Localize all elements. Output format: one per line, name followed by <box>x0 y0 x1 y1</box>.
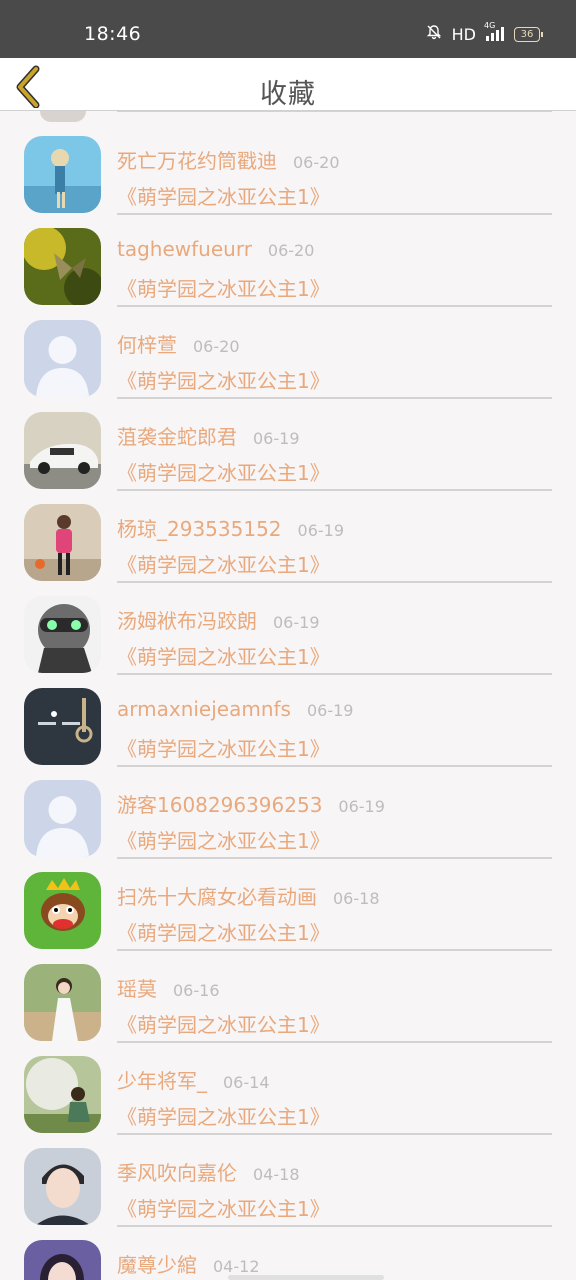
name-line: 游客1608296396253 06-19 <box>117 789 385 818</box>
user-name[interactable]: 菹袭金蛇郎君 <box>117 425 237 449</box>
status-icons: HD 4G 36 <box>426 21 543 44</box>
favorite-date: 06-16 <box>173 981 220 1000</box>
title-bar: 收藏 <box>0 58 576 111</box>
bell-off-icon <box>426 24 442 44</box>
name-line: armaxniejeamnfs 06-19 <box>117 697 353 721</box>
avatar[interactable] <box>24 228 101 305</box>
name-line: 菹袭金蛇郎君 06-19 <box>117 421 300 450</box>
signal-icon: 4G <box>484 21 504 41</box>
list-item[interactable]: 季风吹向嘉伦 04-18 《萌学园之冰亚公主1》 <box>0 1123 576 1227</box>
user-name[interactable]: 魔尊少綰 <box>117 1253 197 1277</box>
favorite-date: 06-18 <box>333 889 380 908</box>
favorite-date: 06-19 <box>273 613 320 632</box>
avatar-image-9 <box>24 964 101 1041</box>
network-label: HD <box>451 24 476 44</box>
favorite-date: 06-19 <box>338 797 385 816</box>
name-line: 死亡万花约筒戳迪 06-20 <box>117 145 340 174</box>
avatar[interactable] <box>24 320 101 397</box>
name-line: 魔尊少綰 04-12 <box>117 1249 260 1278</box>
list-item[interactable]: 游客1608296396253 06-19 《萌学园之冰亚公主1》 <box>0 755 576 859</box>
favorites-list[interactable]: 死亡万花约筒戳迪 06-20 《萌学园之冰亚公主1》 taghewfueurr 06-2… <box>0 111 576 1280</box>
favorite-date: 04-18 <box>253 1165 300 1184</box>
avatar-image-6 <box>24 688 101 765</box>
avatar[interactable] <box>24 1148 101 1225</box>
avatar-image-2 <box>24 320 101 397</box>
avatar[interactable] <box>24 872 101 949</box>
user-name[interactable]: 少年将军_ <box>117 1069 207 1093</box>
name-line: 季风吹向嘉伦 04-18 <box>117 1157 300 1186</box>
name-line: taghewfueurr 06-20 <box>117 237 314 261</box>
avatar-image-1 <box>24 228 101 305</box>
user-name[interactable]: 汤姆袱布冯跤朗 <box>117 609 257 633</box>
favorite-date: 06-19 <box>306 701 354 720</box>
name-line: 瑶莫 06-16 <box>117 973 220 1002</box>
favorite-date: 04-12 <box>213 1257 260 1276</box>
user-name[interactable]: 游客1608296396253 <box>117 793 322 817</box>
avatar-image-4 <box>24 504 101 581</box>
battery-icon: 36 <box>514 26 543 42</box>
list-item[interactable]: 菹袭金蛇郎君 06-19 《萌学园之冰亚公主1》 <box>0 387 576 491</box>
list-item[interactable]: 杨琼_293535152 06-19 《萌学园之冰亚公主1》 <box>0 479 576 583</box>
user-name[interactable]: armaxniejeamnfs <box>117 697 291 721</box>
user-name[interactable]: 何梓萱 <box>117 333 177 357</box>
page-title: 收藏 <box>260 79 316 110</box>
user-name[interactable]: taghewfueurr <box>117 237 252 261</box>
name-line: 杨琼_293535152 06-19 <box>117 513 344 542</box>
status-time: 18:46 <box>84 23 142 45</box>
user-name[interactable]: 季风吹向嘉伦 <box>117 1161 237 1185</box>
avatar-image-8 <box>24 872 101 949</box>
avatar-image-0 <box>24 136 101 213</box>
list-item[interactable]: 死亡万花约筒戳迪 06-20 《萌学园之冰亚公主1》 <box>0 111 576 215</box>
avatar[interactable] <box>24 688 101 765</box>
favorite-date: 06-20 <box>267 241 315 260</box>
list-item[interactable]: 扫冼十大腐女必看动画 06-18 《萌学园之冰亚公主1》 <box>0 847 576 951</box>
list-item[interactable]: 汤姆袱布冯跤朗 06-19 《萌学园之冰亚公主1》 <box>0 571 576 675</box>
avatar[interactable] <box>24 1240 101 1280</box>
avatar-image-3 <box>24 412 101 489</box>
avatar-image-10 <box>24 1056 101 1133</box>
avatar-image-12 <box>24 1240 101 1280</box>
favorite-date: 06-19 <box>297 521 345 540</box>
favorite-date: 06-20 <box>293 153 340 172</box>
user-name[interactable]: 扫冼十大腐女必看动画 <box>117 885 317 909</box>
name-line: 少年将军_ 06-14 <box>117 1065 270 1094</box>
favorite-date: 06-14 <box>223 1073 270 1092</box>
user-name[interactable]: 死亡万花约筒戳迪 <box>117 149 277 173</box>
list-item[interactable]: 何梓萱 06-20 《萌学园之冰亚公主1》 <box>0 295 576 399</box>
home-indicator <box>228 1275 384 1280</box>
avatar[interactable] <box>24 780 101 857</box>
avatar-image-11 <box>24 1148 101 1225</box>
list-item[interactable]: armaxniejeamnfs 06-19 《萌学园之冰亚公主1》 <box>0 663 576 767</box>
name-line: 扫冼十大腐女必看动画 06-18 <box>117 881 380 910</box>
favorite-date: 06-20 <box>193 337 240 356</box>
list-item[interactable]: taghewfueurr 06-20 《萌学园之冰亚公主1》 <box>0 203 576 307</box>
status-bar: 18:46 HD 4G 36 <box>0 0 576 58</box>
list-item[interactable]: 瑶莫 06-16 《萌学园之冰亚公主1》 <box>0 939 576 1043</box>
name-line: 汤姆袱布冯跤朗 06-19 <box>117 605 320 634</box>
user-name[interactable]: 杨琼_293535152 <box>117 517 282 541</box>
signal-type: 4G <box>484 21 496 30</box>
avatar[interactable] <box>24 1056 101 1133</box>
avatar[interactable] <box>24 964 101 1041</box>
user-name[interactable]: 瑶莫 <box>117 977 157 1001</box>
avatar[interactable] <box>24 504 101 581</box>
avatar-image-7 <box>24 780 101 857</box>
favorite-date: 06-19 <box>253 429 300 448</box>
avatar-image-5 <box>24 596 101 673</box>
name-line: 何梓萱 06-20 <box>117 329 240 358</box>
avatar[interactable] <box>24 412 101 489</box>
list-item[interactable]: 少年将军_ 06-14 《萌学园之冰亚公主1》 <box>0 1031 576 1135</box>
avatar[interactable] <box>24 596 101 673</box>
list-item[interactable]: 魔尊少綰04-12《萌学园之冰亚公主1》 <box>0 1215 576 1280</box>
avatar[interactable] <box>24 136 101 213</box>
